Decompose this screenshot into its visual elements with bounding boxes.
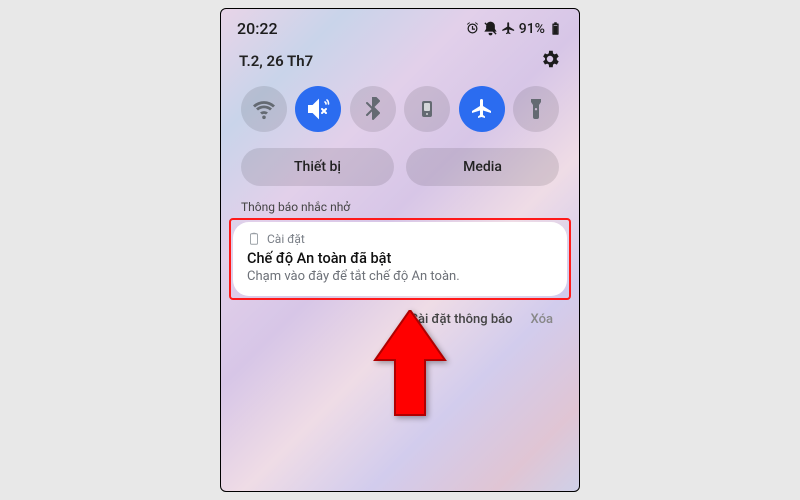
status-bar: 20:22 91% bbox=[221, 9, 579, 40]
shade-actions: Cài đặt thông báo Xóa bbox=[221, 300, 579, 327]
settings-app-icon bbox=[247, 232, 261, 246]
notif-settings-link[interactable]: Cài đặt thông báo bbox=[409, 312, 512, 327]
media-button[interactable]: Media bbox=[406, 148, 559, 186]
toggle-airplane[interactable] bbox=[459, 86, 505, 132]
date-row: T.2, 26 Th7 bbox=[221, 40, 579, 82]
airplane-icon bbox=[470, 97, 494, 121]
status-icons: 91% bbox=[465, 21, 563, 37]
bluetooth-icon bbox=[361, 97, 385, 121]
wifi-icon bbox=[252, 97, 276, 121]
notif-section-label: Thông báo nhắc nhở bbox=[221, 194, 579, 216]
highlight-box: Cài đặt Chế độ An toàn đã bật Chạm vào đ… bbox=[229, 218, 571, 300]
safe-mode-notification[interactable]: Cài đặt Chế độ An toàn đã bật Chạm vào đ… bbox=[233, 222, 567, 296]
notif-app-row: Cài đặt bbox=[247, 232, 553, 246]
quick-settings-row bbox=[221, 82, 579, 140]
devices-button[interactable]: Thiết bị bbox=[241, 148, 394, 186]
mute-vibrate-icon bbox=[306, 97, 330, 121]
settings-gear-button[interactable] bbox=[539, 48, 561, 74]
date-label: T.2, 26 Th7 bbox=[239, 52, 313, 70]
notif-title: Chế độ An toàn đã bật bbox=[247, 250, 553, 267]
notif-body: Chạm vào đây để tắt chế độ An toàn. bbox=[247, 269, 553, 284]
toggle-sound[interactable] bbox=[295, 86, 341, 132]
airplane-status-icon bbox=[501, 21, 516, 36]
toggle-rotation[interactable] bbox=[404, 86, 450, 132]
alarm-icon bbox=[465, 21, 480, 36]
battery-icon bbox=[548, 21, 563, 36]
battery-text: 91% bbox=[519, 21, 545, 37]
toggle-wifi[interactable] bbox=[241, 86, 287, 132]
clear-all-link[interactable]: Xóa bbox=[531, 312, 553, 327]
rotation-lock-icon bbox=[415, 97, 439, 121]
toggle-bluetooth[interactable] bbox=[350, 86, 396, 132]
phone-screen: 20:22 91% T.2, 26 Th7 bbox=[220, 8, 580, 492]
status-time: 20:22 bbox=[237, 19, 278, 38]
flashlight-icon bbox=[524, 97, 548, 121]
gear-icon bbox=[539, 48, 561, 70]
vibrate-icon bbox=[483, 21, 498, 36]
toggle-flashlight[interactable] bbox=[513, 86, 559, 132]
notif-app-name: Cài đặt bbox=[267, 232, 305, 246]
media-devices-row: Thiết bị Media bbox=[221, 140, 579, 194]
